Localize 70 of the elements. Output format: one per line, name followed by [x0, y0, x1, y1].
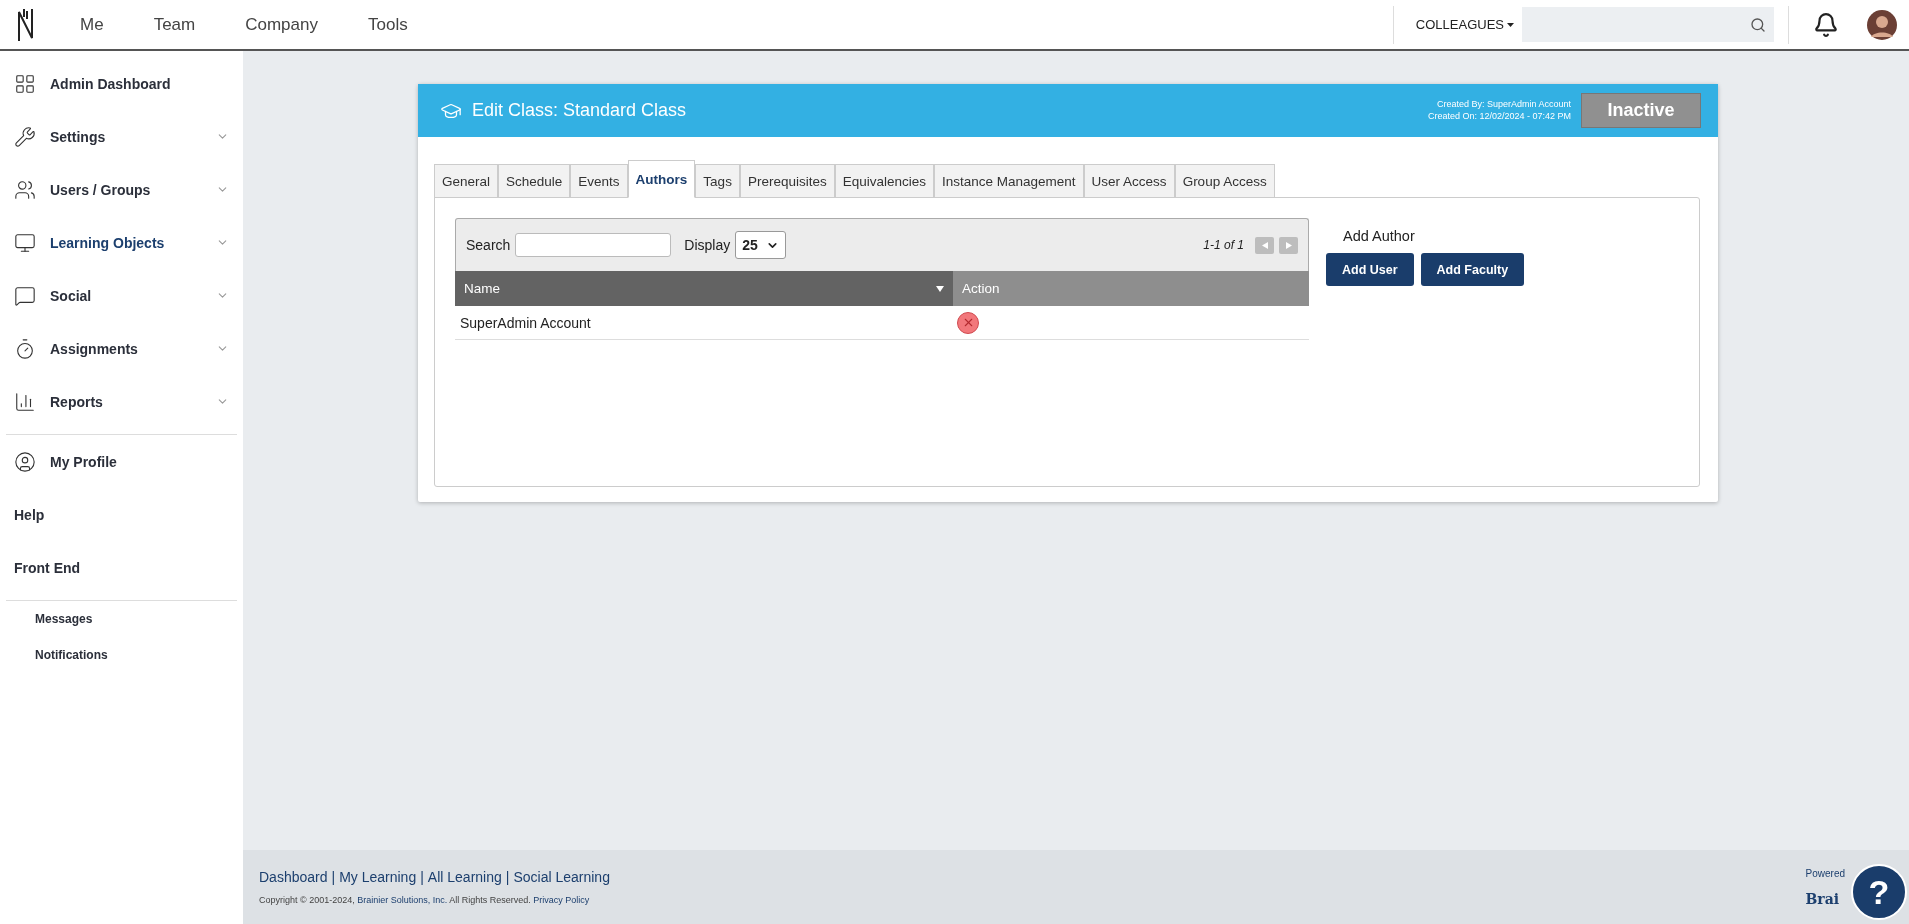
tab[interactable]: Events [570, 164, 628, 198]
nav-link[interactable]: Me [80, 14, 104, 35]
column-header[interactable]: Name [455, 271, 953, 306]
table-cell-text: SuperAdmin Account [459, 314, 592, 331]
sidebar-item[interactable]: Assignments [6, 322, 237, 375]
sidebar-icon [14, 72, 36, 95]
avatar[interactable] [1867, 9, 1897, 40]
nav-link[interactable]: Team [153, 14, 196, 35]
nav-link[interactable]: Company [245, 14, 318, 35]
powered-text: Powered [1805, 867, 1845, 879]
sidebar-icon [14, 450, 36, 473]
pager-text: 1-1 of 1 [1203, 238, 1244, 252]
sidebar-item[interactable]: Settings [6, 110, 237, 163]
search-input[interactable] [515, 233, 672, 257]
tab[interactable]: User Access [1083, 164, 1175, 198]
tab[interactable]: Authors [627, 160, 696, 198]
sidebar-item[interactable]: Notifications [6, 637, 237, 673]
footer-link[interactable]: Dashboard [259, 869, 328, 885]
tab[interactable]: Instance Management [934, 164, 1084, 198]
search-label: Search [466, 237, 511, 253]
sidebar-item[interactable]: Messages [6, 601, 237, 637]
colleagues-dropdown[interactable]: COLLEAGUES [1407, 17, 1522, 32]
tab[interactable]: Tags [695, 164, 740, 198]
search-field[interactable] [1522, 7, 1774, 42]
remove-button[interactable] [957, 311, 979, 334]
add-button[interactable]: Add Faculty [1420, 253, 1525, 286]
copyright-holder-link[interactable]: Brainier Solutions, Inc. [357, 895, 448, 905]
sidebar-item[interactable]: Users / Groups [6, 163, 237, 216]
display-select[interactable]: 25 [735, 231, 786, 259]
add-button[interactable]: Add User [1326, 253, 1414, 286]
sidebar-item[interactable]: Front End [6, 541, 237, 594]
footer-link[interactable]: My Learning [339, 869, 417, 885]
tab[interactable]: Prerequisites [739, 164, 835, 198]
sidebar-icon [14, 390, 36, 413]
created-on-text: Created On: 12/02/2024 - 07:42 PM [1427, 110, 1571, 122]
created-by-text: Created By: SuperAdmin Account [1435, 99, 1571, 111]
link-separator: | [331, 869, 336, 885]
copyright-text: Copyright © 2001-2024, Brainier Solutions, Inc. All Rights Reserved. Privacy Policy [259, 895, 591, 905]
tab[interactable]: General [434, 164, 499, 198]
tab[interactable]: Equivalencies [834, 164, 934, 198]
sidebar-icon [14, 125, 36, 148]
footer-link[interactable]: Social Learning [513, 869, 610, 885]
display-label: Display [684, 237, 731, 253]
card-title: Edit Class: Standard Class [472, 100, 688, 121]
sidebar-icon [14, 284, 36, 307]
privacy-policy-link[interactable]: Privacy Policy [533, 895, 590, 905]
tab[interactable]: Group Access [1174, 164, 1275, 198]
sidebar-item[interactable]: Social [6, 269, 237, 322]
sidebar-icon [14, 337, 36, 360]
right-triangle-icon [1285, 241, 1292, 249]
sidebar-icon [14, 231, 36, 254]
search-icon[interactable] [1750, 16, 1766, 33]
add-author-heading: Add Author [1343, 228, 1416, 244]
bell-icon[interactable] [1813, 11, 1839, 38]
footer-link[interactable]: All Learning [427, 869, 502, 885]
caret-icon [1507, 22, 1514, 27]
help-button[interactable]: ? [1851, 864, 1907, 920]
link-separator: | [505, 869, 510, 885]
nav-link[interactable]: Tools [367, 14, 408, 35]
link-separator: | [420, 869, 424, 885]
brand-logo: Brai [1805, 890, 1840, 907]
logo-drawing[interactable] [16, 7, 36, 42]
sidebar-item[interactable]: My Profile [6, 435, 237, 488]
left-triangle-icon [1261, 241, 1268, 249]
sidebar-item[interactable]: Admin Dashboard [6, 57, 237, 110]
sidebar-item[interactable]: Help [6, 488, 237, 541]
sidebar-icon [14, 178, 36, 201]
sidebar-item[interactable]: Reports [6, 375, 237, 428]
sidebar-item[interactable]: Learning Objects [6, 216, 237, 269]
tab[interactable]: Schedule [498, 164, 571, 198]
